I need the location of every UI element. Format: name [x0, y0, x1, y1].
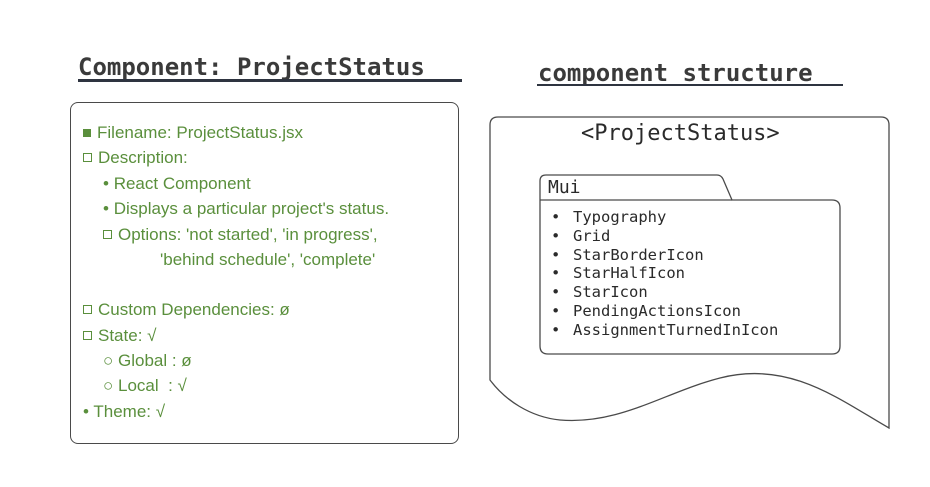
list-item: • PendingActionsIcon [551, 301, 741, 320]
bullet-icon: • [551, 264, 561, 283]
folder-label: Mui [548, 177, 581, 198]
list-item: • Typography [551, 208, 667, 226]
list-item: • StarBorderIcon [551, 245, 704, 264]
bullet-icon: • [551, 301, 561, 320]
bullet-icon: • [551, 320, 561, 339]
list-item: • StarHalfIcon [551, 264, 685, 283]
list-item: • Grid [551, 226, 611, 245]
bullet-icon: • [551, 226, 561, 245]
bullet-icon: • [551, 208, 561, 226]
bullet-icon: • [551, 283, 561, 302]
component-tag: <ProjectStatus> [581, 121, 780, 146]
mui-import-list: • Typography • Grid • StarBorderIcon • StarH… [551, 208, 778, 340]
list-item: • AssignmentTurnedInIcon [551, 320, 779, 339]
list-item: • StarIcon [551, 283, 648, 302]
bullet-icon: • [551, 245, 561, 264]
structure-diagram [489, 116, 890, 430]
